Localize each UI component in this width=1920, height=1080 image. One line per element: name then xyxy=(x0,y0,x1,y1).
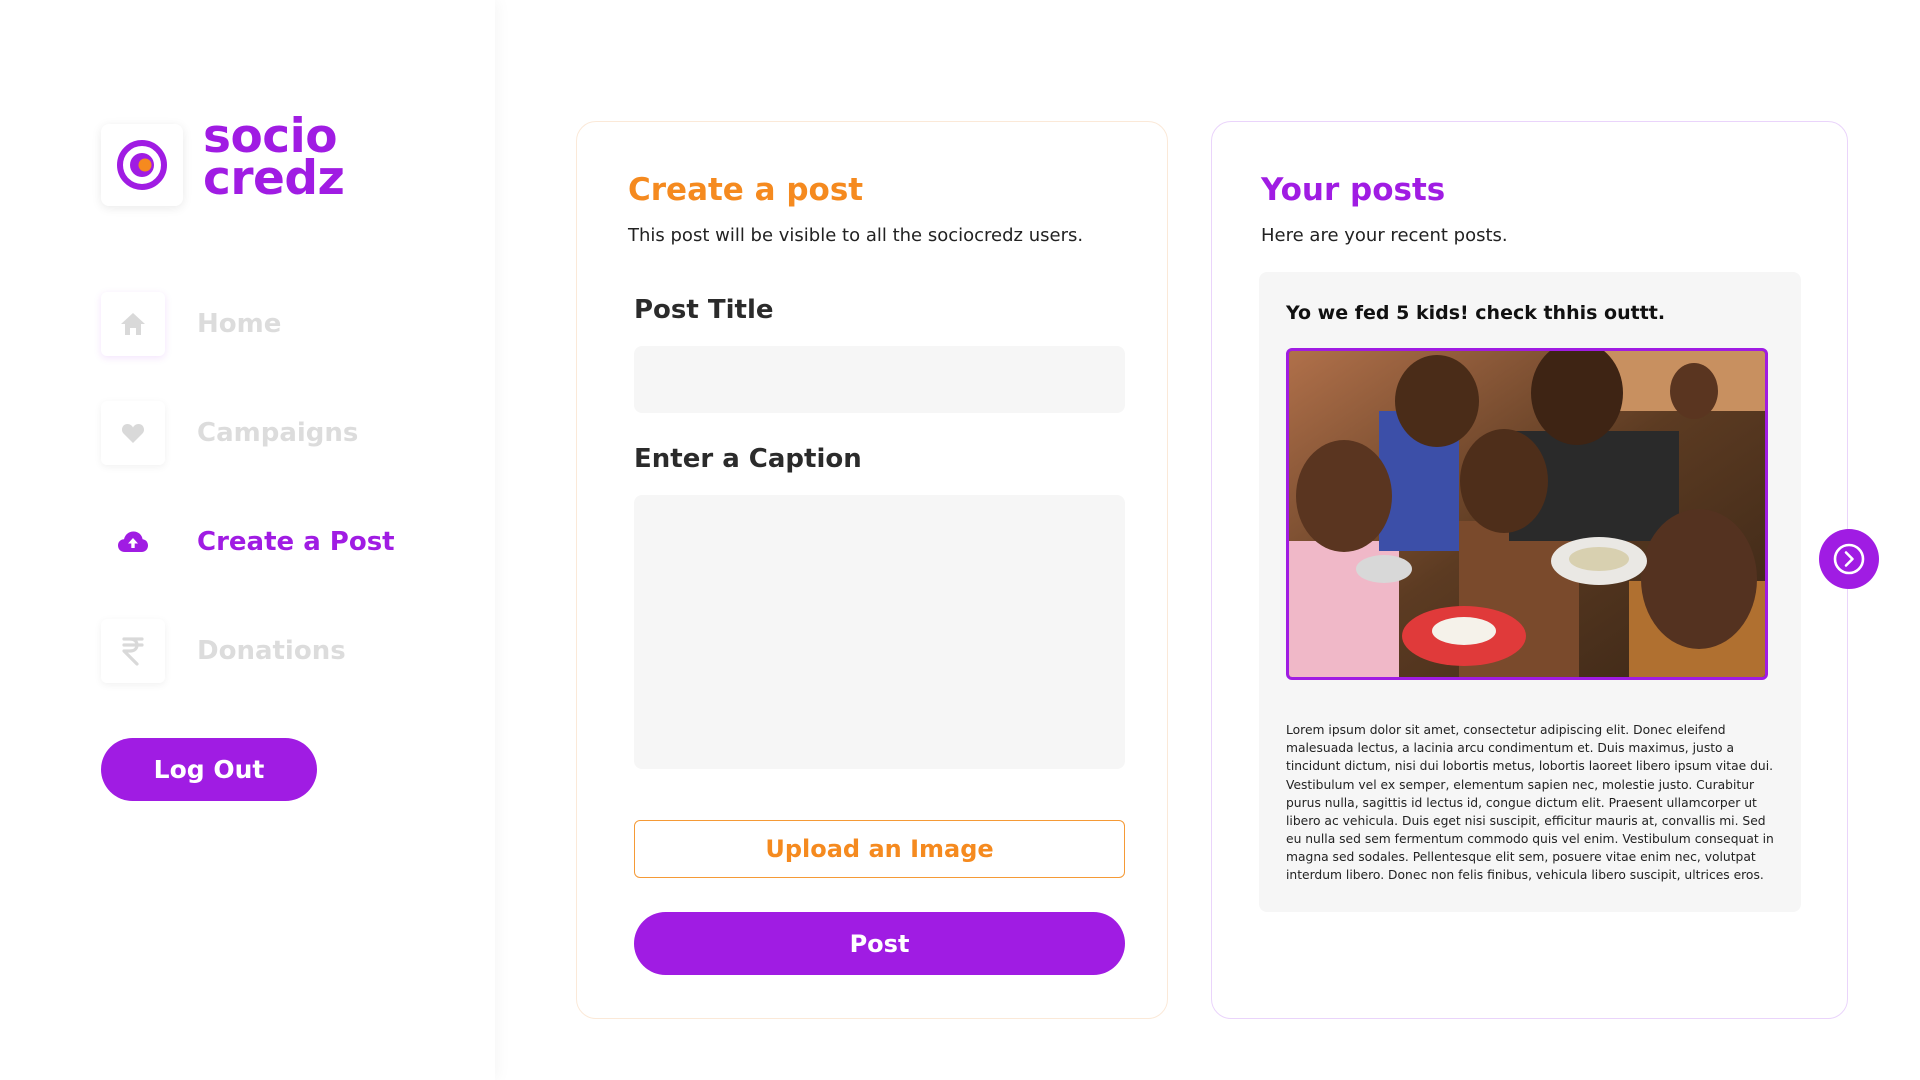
post-item[interactable]: Yo we fed 5 kids! check thhis outtt. Lor… xyxy=(1259,272,1801,912)
post-title-input[interactable] xyxy=(634,346,1125,413)
post-item-title: Yo we fed 5 kids! check thhis outtt. xyxy=(1286,302,1666,324)
sidebar-item-label: Home xyxy=(197,309,282,339)
sidebar-item-donations[interactable]: Donations xyxy=(101,618,346,684)
create-post-title: Create a post xyxy=(628,172,864,208)
cloud-upload-icon xyxy=(101,510,165,574)
sidebar-item-label: Campaigns xyxy=(197,418,359,448)
logo-icon xyxy=(101,124,183,206)
post-image xyxy=(1286,348,1768,680)
your-posts-card: Your posts Here are your recent posts. Y… xyxy=(1211,121,1848,1019)
your-posts-title: Your posts xyxy=(1261,172,1446,208)
brand-name-line2: credz xyxy=(203,151,345,206)
post-item-body: Lorem ipsum dolor sit amet, consectetur … xyxy=(1286,723,1774,883)
upload-image-button[interactable]: Upload an Image xyxy=(634,820,1125,878)
brand-ring-icon xyxy=(117,140,167,190)
next-post-button[interactable] xyxy=(1819,529,1879,589)
create-post-card: Create a post This post will be visible … xyxy=(576,121,1168,1019)
sidebar-item-label: Create a Post xyxy=(197,527,395,557)
home-icon xyxy=(101,292,165,356)
caption-label: Enter a Caption xyxy=(634,444,862,474)
post-button[interactable]: Post xyxy=(634,912,1125,975)
brand-name: socio credz xyxy=(203,113,345,206)
sidebar-item-home[interactable]: Home xyxy=(101,291,281,357)
sidebar: socio credz Home Campaigns Create a Post xyxy=(0,0,495,1080)
create-post-subtitle: This post will be visible to all the soc… xyxy=(628,225,1084,246)
caption-textarea[interactable] xyxy=(634,495,1125,769)
heart-icon xyxy=(101,401,165,465)
sidebar-item-campaigns[interactable]: Campaigns xyxy=(101,400,358,466)
sidebar-item-label: Donations xyxy=(197,636,346,666)
logout-button[interactable]: Log Out xyxy=(101,738,317,801)
your-posts-subtitle: Here are your recent posts. xyxy=(1261,225,1508,246)
rupee-icon xyxy=(101,619,165,683)
post-title-label: Post Title xyxy=(634,295,774,325)
chevron-right-circle-icon xyxy=(1833,543,1865,575)
sidebar-item-create-post[interactable]: Create a Post xyxy=(101,509,395,575)
